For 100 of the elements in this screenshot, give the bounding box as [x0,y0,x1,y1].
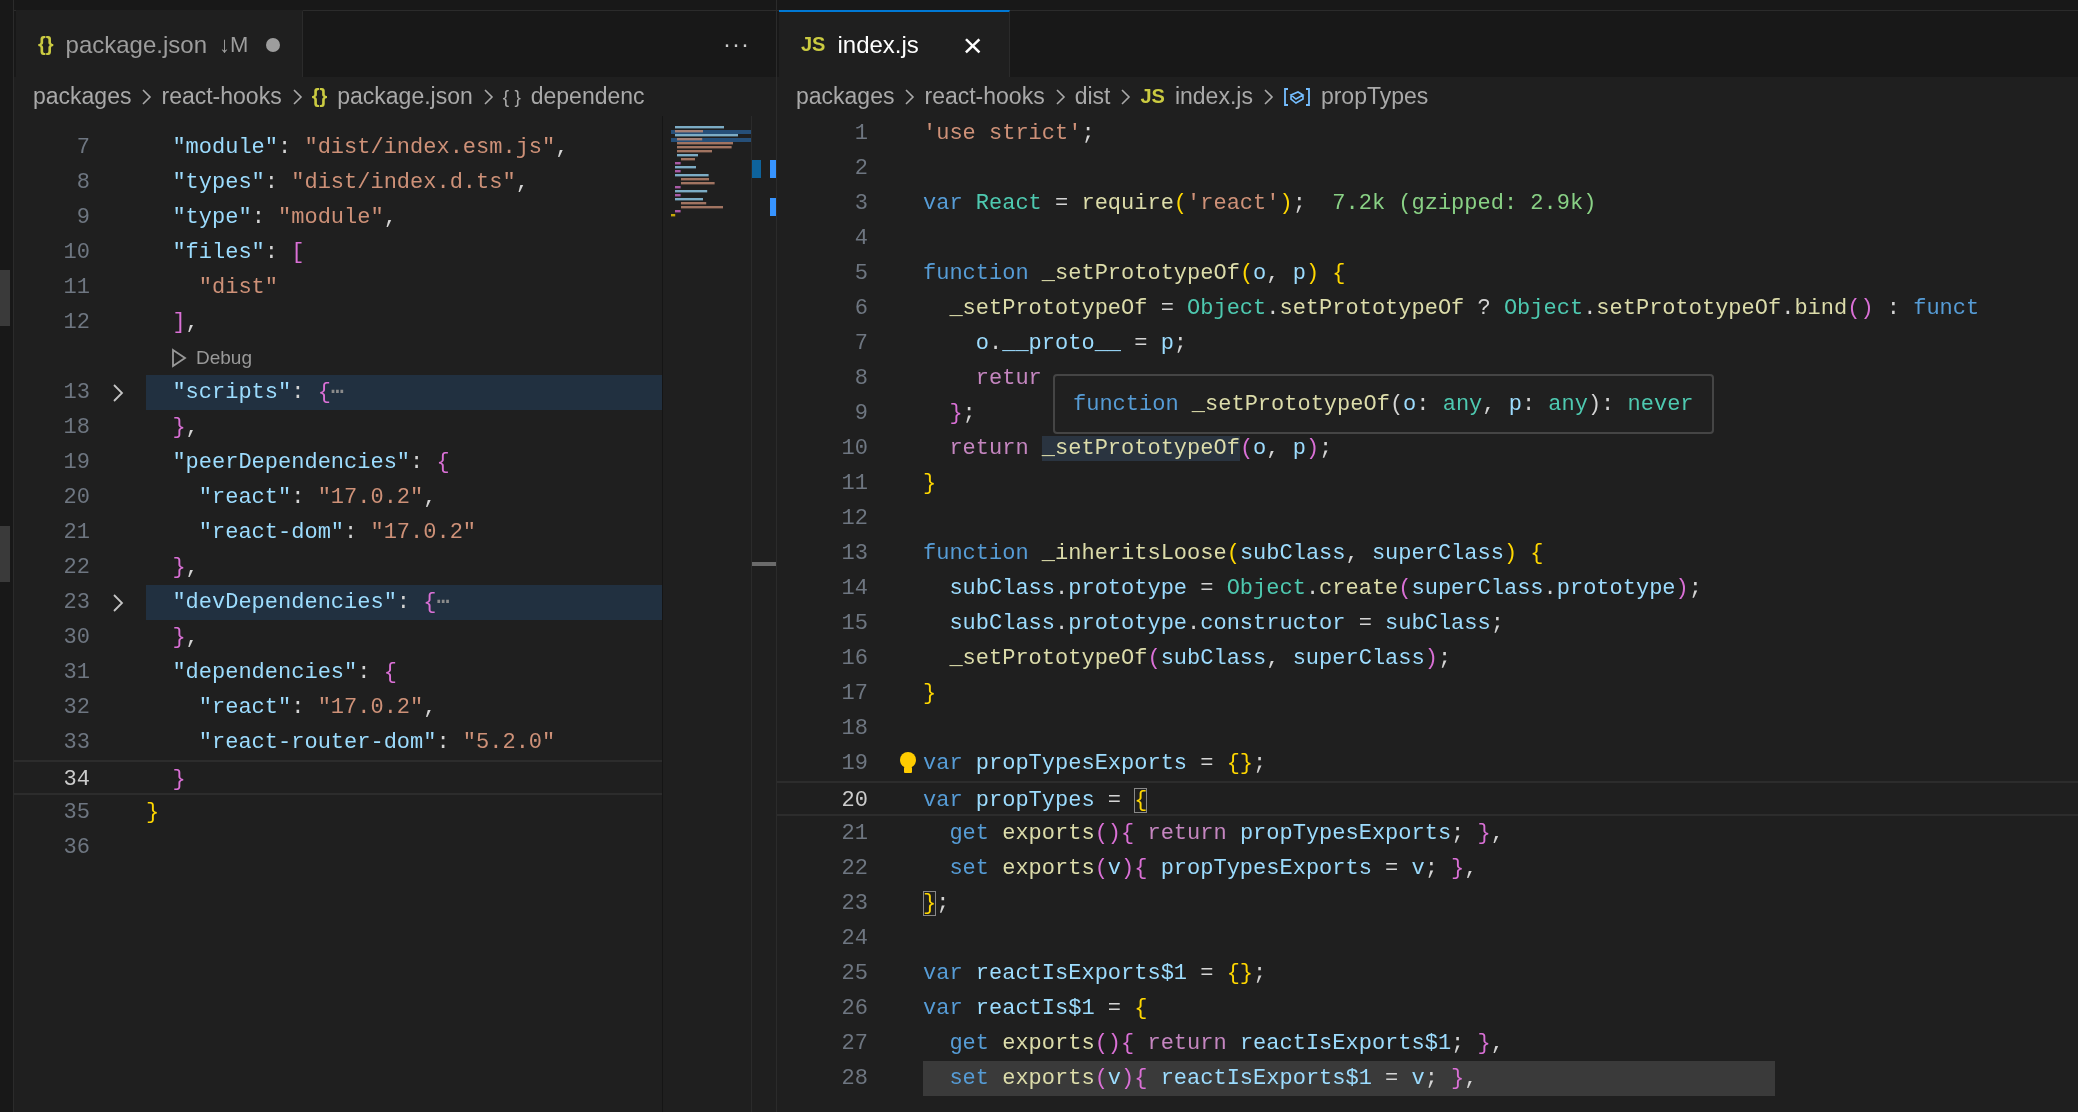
line-number: 22 [840,855,868,883]
line-number: 26 [840,995,868,1023]
code-line: retur [974,365,1042,393]
line-number: 20 [62,484,90,512]
code-line: "react": "17.0.2", [197,694,437,722]
fold-chevron-icon[interactable] [111,591,125,614]
line-number: 28 [840,1065,868,1093]
symbol-icon [1282,85,1311,108]
code-line: var reactIs$1 = { [923,995,1148,1023]
line-number: 27 [840,1030,868,1058]
line-number: 21 [840,820,868,848]
line-number: 9 [853,400,868,428]
line-number: 9 [75,204,90,232]
close-button[interactable]: × [958,27,987,62]
breadcrumb-item[interactable]: dist [1074,83,1111,110]
breadcrumb-item[interactable]: packages [33,83,132,110]
more-actions-button[interactable]: ··· [717,11,756,77]
line-number: 6 [853,295,868,323]
code-line: _setPrototypeOf(subClass, superClass); [948,645,1452,673]
code-line: "type": "module", [171,204,397,232]
code-line: var reactIsExports$1 = {}; [923,960,1267,988]
code-line: 'use strict'; [923,120,1095,148]
code-line: var React = require('react'); 7.2k (gzipped: 2.9k) [923,190,1597,218]
line-number: 10 [62,239,90,267]
panel-edge [0,526,10,582]
code-line: var propTypesExports = {}; [923,750,1267,778]
line-number: 14 [840,575,868,603]
line-number: 2 [853,155,868,183]
breadcrumb-item[interactable]: JS index.js [1140,83,1253,110]
lightbulb-icon[interactable] [897,751,919,775]
breadcrumb-item[interactable]: { } dependenc [502,83,645,110]
debug-codelens[interactable]: Debug [170,340,252,375]
code-line: "files": [ [171,239,305,267]
line-number: 23 [840,890,868,918]
line-number: 13 [840,540,868,568]
line-number: 18 [62,414,90,442]
line-number: 33 [62,729,90,757]
line-number: 8 [75,169,90,197]
breadcrumb-item[interactable]: packages [796,83,895,110]
line-number: 13 [62,379,90,407]
code-line: subClass.prototype = Object.create(superClass.prototype); [948,575,1702,603]
hover-tooltip: function _setPrototypeOf(o: any, p: any): never [1053,374,1714,434]
code-line: }; [948,400,976,428]
line-number: 31 [62,659,90,687]
line-number: 22 [62,554,90,582]
line-number: 20 [840,787,868,814]
line-number: 12 [840,505,868,533]
scrollbar-thumb[interactable] [752,562,776,566]
code-line: "peerDependencies": { [171,449,450,477]
code-line: "react-router-dom": "5.2.0" [197,729,556,757]
code-line: "module": "dist/index.esm.js", [171,134,569,162]
line-number: 36 [62,834,90,862]
editor-tab[interactable]: {} package.json ↓M [16,10,304,77]
code-line: }, [171,624,199,652]
line-number: 4 [853,225,868,253]
code-line: ], [171,309,199,337]
code-line: function _inheritsLoose(subClass, superClass) { [923,540,1544,568]
line-number: 7 [75,134,90,162]
code-line: }, [171,414,199,442]
panel-edge [0,270,10,326]
line-number: 16 [840,645,868,673]
play-icon [170,346,188,369]
breadcrumb-item[interactable]: react-hooks [161,83,282,110]
code-line: o.__proto__ = p; [974,330,1188,358]
code-line: get exports(){ return reactIsExports$1; }, [948,1030,1504,1058]
line-number: 7 [853,330,868,358]
code-line: "types": "dist/index.d.ts", [171,169,529,197]
line-number: 30 [62,624,90,652]
breadcrumb-item[interactable]: {} package.json [311,83,473,110]
line-number: 21 [62,519,90,547]
line-number: 17 [840,680,868,708]
code-line: } [171,766,186,794]
code-line: subClass.prototype.constructor = subClass; [948,610,1504,638]
line-number: 19 [840,750,868,778]
code-line: _setPrototypeOf = Object.setPrototypeOf ? Object.setPrototypeOf.bind() : funct [948,295,1980,323]
line-number: 11 [62,274,90,302]
breadcrumb-item[interactable]: react-hooks [924,83,1045,110]
line-number: 12 [62,309,90,337]
breadcrumb-item[interactable]: propTypes [1282,83,1429,110]
code-line: "react": "17.0.2", [197,484,437,512]
line-number: 35 [62,799,90,827]
code-line: "dependencies": { [171,659,397,687]
line-number: 18 [840,715,868,743]
editor-tab[interactable]: JS index.js × [779,10,1010,77]
line-number: 23 [62,589,90,617]
line-number: 19 [62,449,90,477]
chevron-icon [139,86,154,107]
line-number: 3 [853,190,868,218]
code-line: set exports(v){ propTypesExports = v; }, [948,855,1478,883]
line-number: 25 [840,960,868,988]
code-line: return _setPrototypeOf(o, p); [948,435,1333,463]
code-line: "react-dom": "17.0.2" [197,519,477,547]
line-number: 34 [62,766,90,793]
line-number: 1 [853,120,868,148]
code-line: } [923,470,937,498]
line-number: 10 [840,435,868,463]
code-line: } [146,799,160,827]
code-line: "dist" [197,274,279,302]
fold-chevron-icon[interactable] [111,381,125,404]
chevron-icon [1118,86,1133,107]
